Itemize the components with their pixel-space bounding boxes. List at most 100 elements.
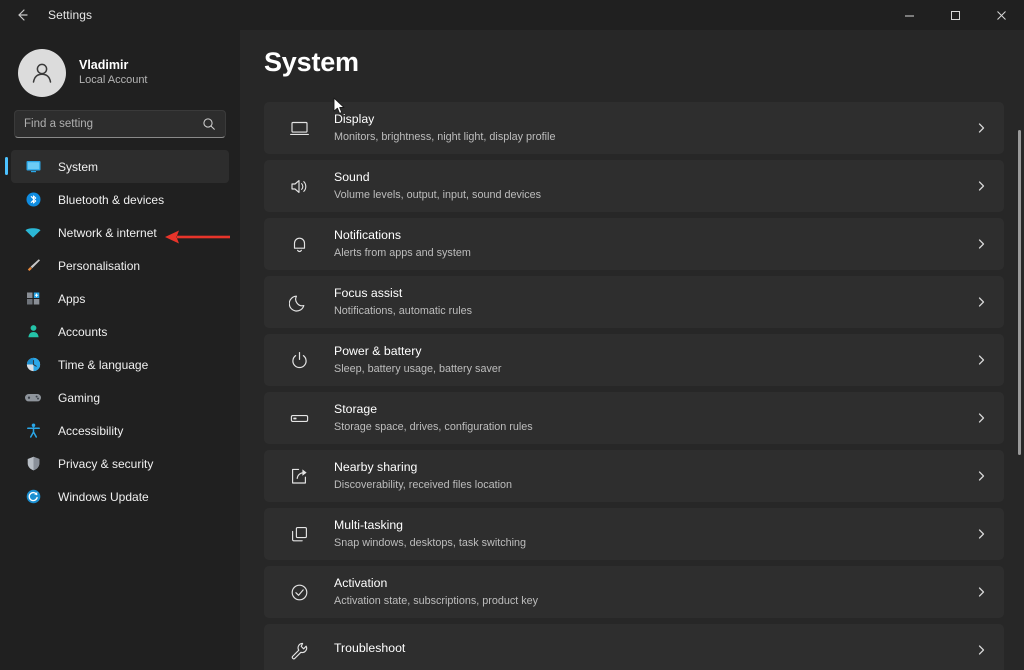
card-title: Notifications xyxy=(334,227,401,242)
chevron-right-icon[interactable] xyxy=(976,471,987,482)
sidebar-item-gaming[interactable]: Gaming xyxy=(11,381,229,414)
storage-drive-icon xyxy=(286,408,312,429)
minimize-button[interactable] xyxy=(886,0,932,30)
speaker-icon xyxy=(286,176,312,197)
app-body: Vladimir Local Account Find a setting Sy… xyxy=(0,30,1024,670)
card-subtitle: Discoverability, received files location xyxy=(334,478,513,491)
back-button[interactable] xyxy=(6,2,38,28)
title-bar: Settings xyxy=(0,0,1024,30)
card-title: Activation xyxy=(334,575,388,590)
settings-card-nearby-sharing[interactable]: Nearby sharing Discoverability, received… xyxy=(264,450,1004,502)
update-refresh-icon xyxy=(23,487,43,507)
avatar xyxy=(18,49,66,97)
card-title: Focus assist xyxy=(334,285,403,300)
person-icon xyxy=(23,322,43,342)
sidebar-item-windows-update[interactable]: Windows Update xyxy=(11,480,229,513)
card-subtitle: Activation state, subscriptions, product… xyxy=(334,594,539,607)
sidebar-item-accessibility[interactable]: Accessibility xyxy=(11,414,229,447)
sidebar-item-label: Accounts xyxy=(58,324,108,339)
sidebar-item-apps[interactable]: Apps xyxy=(11,282,229,315)
sidebar: Vladimir Local Account Find a setting Sy… xyxy=(0,30,240,670)
moon-icon xyxy=(286,292,312,313)
chevron-right-icon[interactable] xyxy=(976,239,987,250)
wrench-icon xyxy=(286,640,312,661)
search-input[interactable] xyxy=(24,118,202,130)
chevron-right-icon[interactable] xyxy=(976,413,987,424)
back-arrow-icon xyxy=(18,9,28,21)
page-title: System xyxy=(264,47,359,77)
card-title: Multi-tasking xyxy=(334,517,404,532)
paintbrush-icon xyxy=(23,256,43,276)
sidebar-item-label: Accessibility xyxy=(58,423,124,438)
clock-icon xyxy=(23,355,43,375)
sidebar-item-label: Gaming xyxy=(58,390,101,405)
display-monitor-icon xyxy=(286,118,312,139)
settings-card-focus-assist[interactable]: Focus assist Notifications, automatic ru… xyxy=(264,276,1004,328)
card-subtitle: Monitors, brightness, night light, displ… xyxy=(334,130,556,143)
sidebar-item-bluetooth-and-devices[interactable]: Bluetooth & devices xyxy=(11,183,229,216)
search-box[interactable] xyxy=(14,110,226,138)
sidebar-item-label: System xyxy=(58,159,99,174)
settings-card-storage[interactable]: Storage Storage space, drives, configura… xyxy=(264,392,1004,444)
sidebar-item-label: Personalisation xyxy=(58,258,141,273)
chevron-right-icon[interactable] xyxy=(976,645,987,656)
search-icon xyxy=(202,117,216,131)
account-type: Local Account xyxy=(79,74,148,87)
card-title: Troubleshoot xyxy=(334,641,406,655)
settings-card-display[interactable]: Display Monitors, brightness, night ligh… xyxy=(264,102,1004,154)
apps-grid-icon xyxy=(23,289,43,309)
wifi-icon xyxy=(23,223,43,243)
sidebar-item-time-and-language[interactable]: Time & language xyxy=(11,348,229,381)
sidebar-item-network-and-internet[interactable]: Network & internet xyxy=(11,216,229,249)
sidebar-item-system[interactable]: System xyxy=(5,150,229,183)
maximize-button[interactable] xyxy=(932,0,978,30)
sidebar-item-label: Bluetooth & devices xyxy=(58,192,165,207)
share-icon xyxy=(286,466,312,487)
chevron-right-icon[interactable] xyxy=(976,123,987,134)
card-subtitle: Sleep, battery usage, battery saver xyxy=(334,362,502,375)
chevron-right-icon[interactable] xyxy=(976,181,987,192)
sidebar-item-label: Apps xyxy=(58,291,86,306)
close-icon xyxy=(996,10,1006,20)
check-circle-icon xyxy=(286,582,312,603)
settings-card-power-and-battery[interactable]: Power & battery Sleep, battery usage, ba… xyxy=(264,334,1004,386)
shield-icon xyxy=(23,454,43,474)
window-controls xyxy=(886,0,1024,30)
card-subtitle: Snap windows, desktops, task switching xyxy=(334,536,527,549)
chevron-right-icon[interactable] xyxy=(976,587,987,598)
bell-icon xyxy=(286,234,312,255)
minimize-icon xyxy=(904,15,914,16)
card-title: Display xyxy=(334,111,375,126)
chevron-right-icon[interactable] xyxy=(976,529,987,540)
settings-card-notifications[interactable]: Notifications Alerts from apps and syste… xyxy=(264,218,1004,270)
sidebar-item-label: Privacy & security xyxy=(58,456,154,471)
settings-card-multi-tasking[interactable]: Multi-tasking Snap windows, desktops, ta… xyxy=(264,508,1004,560)
sidebar-item-privacy-and-security[interactable]: Privacy & security xyxy=(11,447,229,480)
bluetooth-icon xyxy=(23,190,43,210)
sidebar-item-label: Network & internet xyxy=(58,225,157,240)
sidebar-item-label: Time & language xyxy=(58,357,149,372)
settings-card-activation[interactable]: Activation Activation state, subscriptio… xyxy=(264,566,1004,618)
chevron-right-icon[interactable] xyxy=(976,355,987,366)
windows-stack-icon xyxy=(286,524,312,545)
settings-card-sound[interactable]: Sound Volume levels, output, input, soun… xyxy=(264,160,1004,212)
maximize-icon xyxy=(950,10,960,20)
power-icon xyxy=(286,350,312,371)
card-title: Sound xyxy=(334,169,370,184)
vertical-scrollbar[interactable] xyxy=(1018,130,1021,455)
accessibility-icon xyxy=(23,421,43,441)
user-avatar-icon xyxy=(32,63,52,83)
settings-card-troubleshoot[interactable]: Troubleshoot xyxy=(264,624,1004,670)
main-panel: System Display Monitors, brightness, nig… xyxy=(240,30,1024,670)
account-name: Vladimir xyxy=(79,57,129,72)
card-subtitle: Notifications, automatic rules xyxy=(334,304,473,317)
sidebar-item-personalisation[interactable]: Personalisation xyxy=(11,249,229,282)
account-block[interactable]: Vladimir Local Account xyxy=(0,30,240,102)
sidebar-item-accounts[interactable]: Accounts xyxy=(11,315,229,348)
close-button[interactable] xyxy=(978,0,1024,30)
sidebar-item-label: Windows Update xyxy=(58,489,149,504)
card-title: Storage xyxy=(334,401,378,416)
card-title: Power & battery xyxy=(334,343,422,358)
card-subtitle: Alerts from apps and system xyxy=(334,246,471,259)
chevron-right-icon[interactable] xyxy=(976,297,987,308)
